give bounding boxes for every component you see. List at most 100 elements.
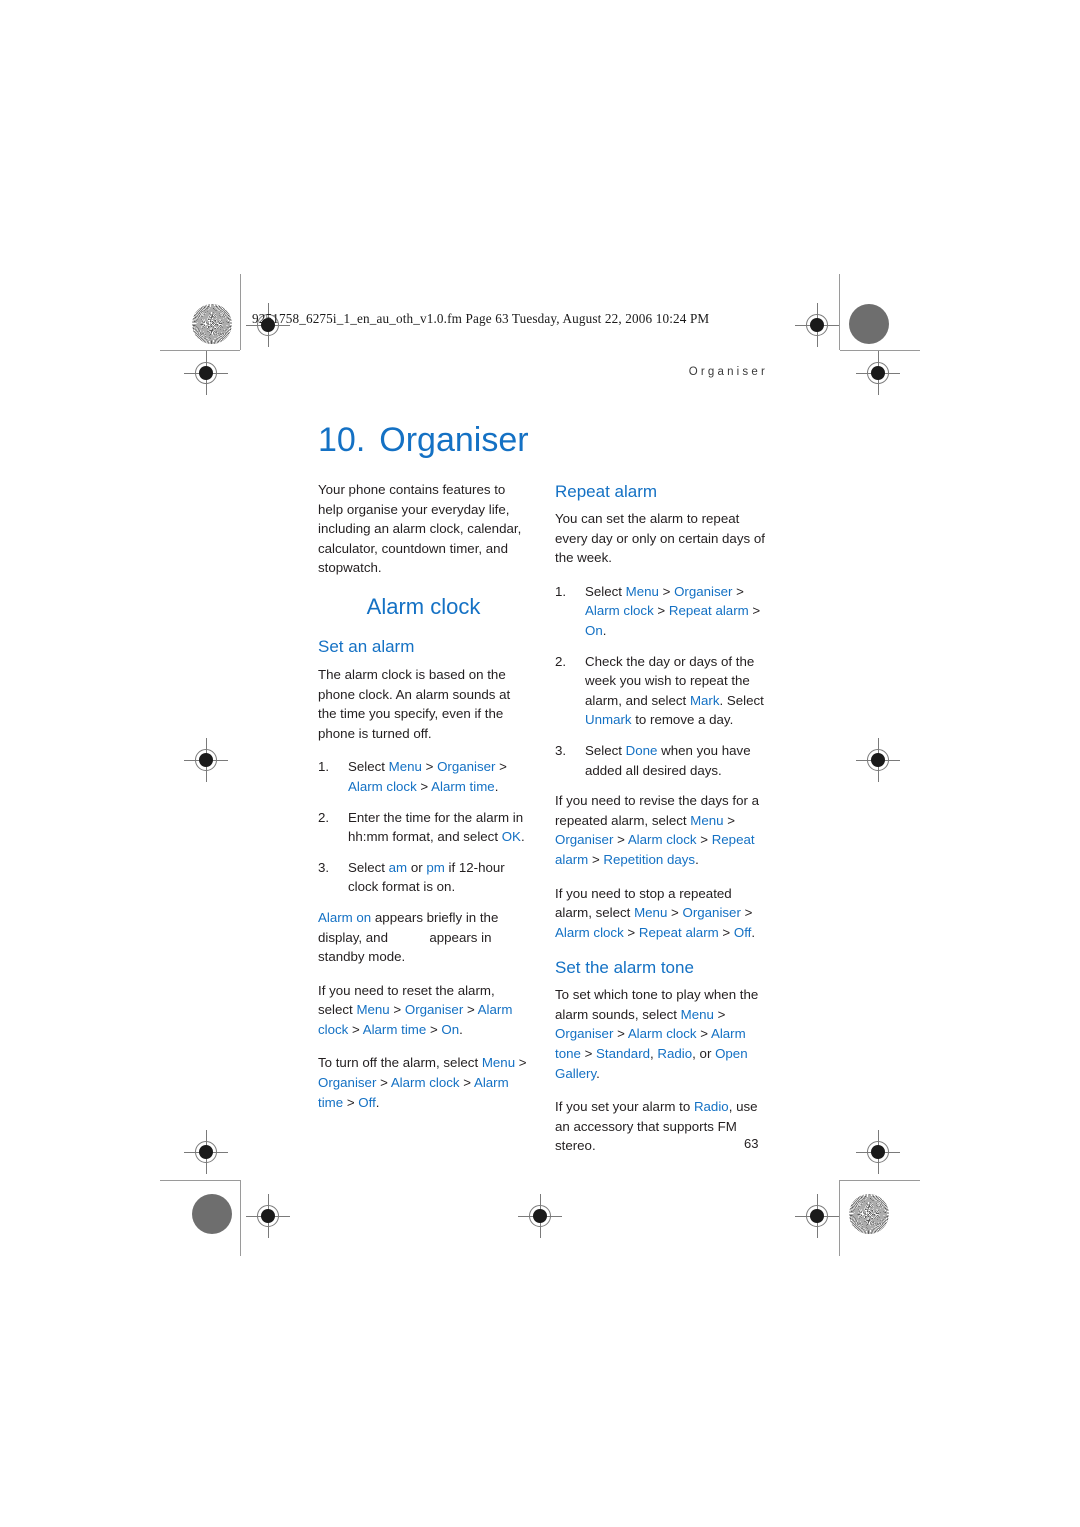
running-head: Organiser bbox=[688, 366, 768, 378]
ui-term: Menu bbox=[356, 1002, 390, 1018]
list-item: 1. Select Menu > Organiser > Alarm clock … bbox=[555, 582, 766, 641]
solid-target-mark-bottom-left bbox=[192, 1194, 232, 1234]
text-run: > bbox=[463, 1002, 478, 1018]
ui-term: am bbox=[388, 859, 408, 875]
subheading-set-an-alarm: Set an alarm bbox=[318, 636, 415, 656]
list-item: 3. Select am or pm if 12-hour clock forma… bbox=[318, 858, 529, 897]
registration-mark-lower-left bbox=[184, 1130, 228, 1174]
ui-term: Repetition days bbox=[603, 851, 696, 867]
repeat-alarm-steps: 1. Select Menu > Organiser > Alarm clock … bbox=[555, 582, 766, 780]
text-run: > bbox=[732, 583, 744, 599]
subheading-repeat-alarm: Repeat alarm bbox=[555, 482, 658, 501]
ui-term: Radio bbox=[657, 1046, 693, 1062]
registration-mark-middle-left bbox=[184, 738, 228, 782]
text-run: . bbox=[459, 1021, 463, 1037]
trim-line-bottom-left-horizontal bbox=[160, 1180, 240, 1181]
registration-mark-lower-right bbox=[856, 1130, 900, 1174]
ui-term: Alarm time bbox=[431, 778, 495, 794]
radio-accessory-paragraph: If you set your alarm to Radio, use an a… bbox=[555, 1097, 766, 1156]
list-item-marker: 3. bbox=[318, 859, 330, 875]
ui-term: Menu bbox=[388, 759, 422, 775]
text-run: > bbox=[713, 1006, 726, 1022]
ui-term: Alarm clock bbox=[555, 924, 624, 940]
text-run: > bbox=[376, 1075, 391, 1091]
ui-term: Organiser bbox=[318, 1075, 377, 1091]
ui-term: Alarm on bbox=[318, 909, 372, 925]
text-run: . bbox=[596, 1065, 600, 1081]
trim-line-bottom-right-horizontal bbox=[840, 1180, 920, 1181]
ui-term: Standard bbox=[596, 1046, 651, 1062]
text-run: to remove a day. bbox=[631, 712, 734, 728]
list-item-marker: 1. bbox=[555, 583, 567, 599]
ui-term: Alarm clock bbox=[585, 603, 654, 619]
ui-term: Organiser bbox=[674, 583, 733, 599]
text-run: Select bbox=[348, 759, 389, 775]
text-run: > bbox=[613, 1026, 628, 1042]
list-item: 1. Select Menu > Organiser > Alarm clock … bbox=[318, 757, 529, 796]
ui-term: OK bbox=[501, 829, 521, 845]
set-alarm-lead-paragraph: The alarm clock is based on the phone cl… bbox=[318, 666, 511, 741]
text-run: > bbox=[613, 832, 628, 848]
text-run: > bbox=[426, 1021, 442, 1037]
trim-line-top-right-vertical bbox=[839, 274, 840, 350]
text-run: > bbox=[696, 1026, 711, 1042]
text-run: > bbox=[718, 924, 734, 940]
registration-mark-top-right bbox=[795, 303, 839, 347]
text-run: Select bbox=[585, 742, 626, 758]
list-item-text: Check the day or days of the week you wi… bbox=[585, 654, 764, 728]
text-run: . bbox=[520, 829, 525, 845]
text-run: . bbox=[751, 924, 756, 940]
ui-term: Alarm clock bbox=[348, 778, 417, 794]
text-run: > bbox=[421, 759, 438, 775]
text-run: > bbox=[515, 1055, 527, 1071]
text-run: . Select bbox=[719, 692, 764, 708]
text-run: . bbox=[494, 778, 499, 794]
text-run: If you set your alarm to bbox=[555, 1099, 694, 1115]
text-run: . bbox=[695, 851, 699, 867]
text-run: > bbox=[658, 583, 675, 599]
list-item-text: Select Menu > Organiser > Alarm clock > … bbox=[585, 584, 760, 638]
ui-term: Alarm clock bbox=[627, 832, 697, 848]
section-heading-alarm-clock: Alarm clock bbox=[366, 593, 481, 619]
ui-term: Mark bbox=[689, 692, 720, 708]
chapter-name: Organiser bbox=[379, 420, 529, 459]
ui-term: Alarm time bbox=[362, 1021, 427, 1037]
ui-term: On bbox=[441, 1021, 460, 1037]
trim-line-top-left-vertical bbox=[240, 274, 241, 350]
ui-term: Organiser bbox=[682, 905, 741, 921]
reset-alarm-paragraph: If you need to reset the alarm, select M… bbox=[318, 981, 529, 1040]
text-run: > bbox=[740, 905, 753, 921]
text-run: > bbox=[580, 1046, 597, 1062]
ui-term: Alarm clock bbox=[390, 1075, 460, 1091]
text-run: . bbox=[602, 622, 607, 638]
alarm-on-note-paragraph: Alarm on appears briefly in the display,… bbox=[318, 908, 529, 967]
list-item: 2. Check the day or days of the week you … bbox=[555, 652, 766, 730]
ui-term: Repeat alarm bbox=[668, 603, 749, 619]
registration-mark-upper-right bbox=[856, 351, 900, 395]
text-run: > bbox=[623, 924, 639, 940]
text-run: > bbox=[588, 851, 604, 867]
text-run: To turn off the alarm, select bbox=[318, 1055, 482, 1071]
list-item-marker: 1. bbox=[318, 759, 330, 775]
repeat-alarm-intro-paragraph: You can set the alarm to repeat every da… bbox=[555, 511, 765, 566]
text-run: > bbox=[348, 1021, 363, 1037]
text-run: To set which tone to play when the alarm… bbox=[555, 987, 759, 1022]
ui-term: Menu bbox=[481, 1055, 516, 1071]
ui-term: Menu bbox=[680, 1006, 714, 1022]
text-run: Enter the time for the alarm in hh:mm fo… bbox=[348, 809, 524, 845]
solid-target-mark-top-right bbox=[849, 304, 889, 344]
text-run: > bbox=[696, 832, 712, 848]
ui-term: pm bbox=[426, 859, 445, 875]
ui-term: Unmark bbox=[585, 712, 632, 728]
list-item-text: Select Menu > Organiser > Alarm clock > … bbox=[348, 759, 507, 794]
registration-mark-middle-right bbox=[856, 738, 900, 782]
list-item-marker: 2. bbox=[318, 809, 330, 825]
text-run: > bbox=[389, 1002, 405, 1018]
chapter-number: 10. bbox=[318, 420, 366, 459]
ui-term: Menu bbox=[690, 812, 724, 828]
page-number: 63 bbox=[744, 1136, 759, 1151]
list-item-text: Select am or pm if 12-hour clock format … bbox=[348, 860, 505, 895]
ui-term: Organiser bbox=[555, 1026, 614, 1042]
star-target-mark-bottom-right bbox=[849, 1194, 889, 1234]
list-item: 2. Enter the time for the alarm in hh:mm … bbox=[318, 808, 529, 847]
